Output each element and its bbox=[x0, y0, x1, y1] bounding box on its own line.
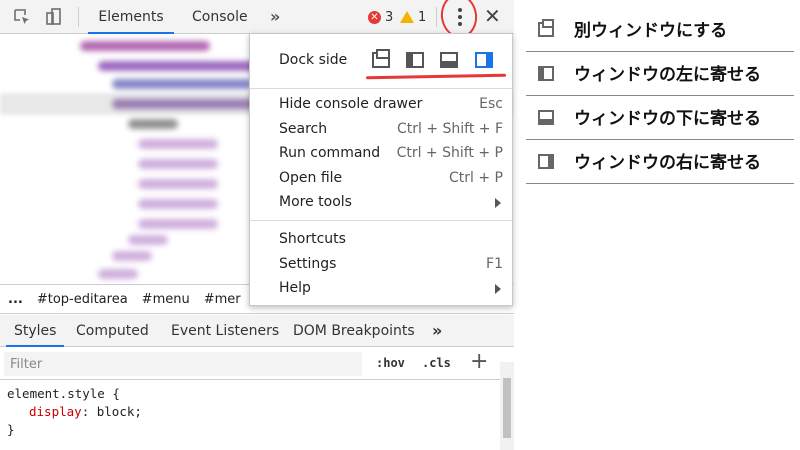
legend-text: ウィンドウの下に寄せる bbox=[574, 109, 761, 129]
menu-item-search[interactable]: Search Ctrl + Shift + F bbox=[250, 118, 512, 142]
menu-item-label: Open file bbox=[279, 170, 343, 186]
tab-computed[interactable]: Computed bbox=[76, 315, 149, 347]
menu-separator bbox=[250, 220, 512, 221]
undock-icon[interactable] bbox=[372, 49, 390, 68]
breadcrumb-item[interactable]: ... bbox=[8, 292, 23, 307]
submenu-arrow-icon bbox=[495, 284, 501, 294]
tab-elements[interactable]: Elements bbox=[88, 0, 174, 34]
warning-badge[interactable]: 1 bbox=[400, 9, 426, 25]
menu-item-shortcuts[interactable]: Shortcuts bbox=[250, 228, 512, 252]
more-subtabs-button[interactable]: » bbox=[432, 315, 442, 347]
devtools-toolbar: Elements Console » ✕ 3 1 ✕ bbox=[0, 0, 514, 41]
submenu-arrow-icon bbox=[495, 198, 501, 208]
menu-item-label: Hide console drawer bbox=[279, 96, 423, 112]
inspect-element-icon[interactable] bbox=[12, 7, 32, 27]
menu-item-label: Run command bbox=[279, 145, 381, 161]
css-value[interactable]: : block; bbox=[82, 404, 142, 419]
toolbar-separator bbox=[436, 7, 437, 27]
menu-item-settings[interactable]: Settings F1 bbox=[250, 253, 512, 277]
new-style-rule-button[interactable]: + bbox=[470, 349, 488, 374]
menu-item-label: Search bbox=[279, 121, 328, 137]
legend-row: ウィンドウの下に寄せる bbox=[526, 96, 794, 140]
menu-item-shortcut: Ctrl + P bbox=[449, 170, 503, 186]
tab-console[interactable]: Console bbox=[192, 0, 248, 34]
menu-item-label: Settings bbox=[279, 256, 337, 272]
dock-side-row: Dock side bbox=[250, 34, 512, 86]
undock-icon bbox=[538, 19, 554, 37]
more-tabs-button[interactable]: » bbox=[270, 0, 280, 34]
toolbar-separator bbox=[78, 7, 79, 27]
menu-item-open-file[interactable]: Open file Ctrl + P bbox=[250, 167, 512, 191]
device-toolbar-icon[interactable] bbox=[44, 7, 64, 27]
scrollbar-thumb[interactable] bbox=[503, 378, 511, 438]
annotation-underline bbox=[365, 73, 507, 80]
breadcrumb-item[interactable]: #mer bbox=[204, 292, 241, 307]
styles-filter-input[interactable] bbox=[4, 352, 362, 376]
legend-text: ウィンドウの右に寄せる bbox=[574, 153, 761, 173]
warning-icon bbox=[400, 11, 414, 23]
customize-menu: Dock side Hide console drawer Esc Search… bbox=[249, 33, 513, 306]
menu-item-shortcut: Ctrl + Shift + P bbox=[396, 145, 503, 161]
dock-bottom-icon[interactable] bbox=[440, 52, 458, 68]
hov-toggle[interactable]: :hov bbox=[376, 356, 405, 370]
menu-item-label: Shortcuts bbox=[279, 231, 346, 247]
menu-item-more-tools[interactable]: More tools bbox=[250, 191, 512, 215]
styles-scrollbar[interactable] bbox=[500, 362, 514, 450]
rule-selector[interactable]: element.style { bbox=[7, 385, 493, 403]
styles-tabbar: Styles Computed Event Listeners DOM Brea… bbox=[0, 315, 514, 347]
legend-text: ウィンドウの左に寄せる bbox=[574, 65, 761, 85]
menu-item-help[interactable]: Help bbox=[250, 277, 512, 301]
breadcrumb-item[interactable]: #menu bbox=[142, 292, 190, 307]
warning-count: 1 bbox=[418, 9, 427, 25]
rule-declaration[interactable]: display: block; bbox=[7, 403, 493, 421]
legend-row: 別ウィンドウにする bbox=[526, 8, 794, 52]
menu-separator bbox=[250, 88, 512, 89]
element-style-rule: element.style { display: block; } bbox=[0, 381, 500, 450]
legend-row: ウィンドウの左に寄せる bbox=[526, 52, 794, 96]
cls-toggle[interactable]: .cls bbox=[422, 356, 451, 370]
tab-event-listeners[interactable]: Event Listeners bbox=[171, 315, 279, 347]
menu-item-shortcut: Ctrl + Shift + F bbox=[396, 121, 503, 137]
dock-left-icon[interactable] bbox=[406, 52, 424, 68]
menu-item-label: Help bbox=[279, 280, 311, 296]
dock-bottom-icon bbox=[538, 110, 554, 125]
breadcrumb-item[interactable]: #top-editarea bbox=[37, 292, 128, 307]
tab-dom-breakpoints[interactable]: DOM Breakpoints bbox=[293, 315, 415, 347]
legend-text: 別ウィンドウにする bbox=[574, 21, 728, 41]
dock-side-label: Dock side bbox=[279, 52, 348, 68]
styles-filter-bar: :hov .cls + bbox=[0, 348, 514, 380]
menu-item-shortcut: F1 bbox=[486, 256, 503, 272]
dock-left-icon bbox=[538, 66, 554, 81]
close-icon[interactable]: ✕ bbox=[484, 4, 501, 28]
rule-close: } bbox=[7, 422, 15, 437]
legend-row: ウィンドウの右に寄せる bbox=[526, 140, 794, 184]
error-icon: ✕ bbox=[368, 10, 381, 24]
dock-right-icon[interactable] bbox=[475, 52, 493, 68]
menu-item-shortcut: Esc bbox=[479, 96, 503, 112]
dock-right-icon bbox=[538, 154, 554, 169]
tab-styles[interactable]: Styles bbox=[6, 315, 65, 347]
dock-legend: 別ウィンドウにする ウィンドウの左に寄せる ウィンドウの下に寄せる ウィンドウの… bbox=[526, 8, 794, 184]
menu-item-label: More tools bbox=[279, 194, 352, 210]
menu-item-hide-console-drawer[interactable]: Hide console drawer Esc bbox=[250, 93, 512, 117]
menu-item-run-command[interactable]: Run command Ctrl + Shift + P bbox=[250, 142, 512, 166]
css-property[interactable]: display bbox=[29, 404, 82, 419]
error-count: 3 bbox=[385, 9, 394, 25]
error-badge[interactable]: ✕ 3 bbox=[368, 9, 393, 25]
